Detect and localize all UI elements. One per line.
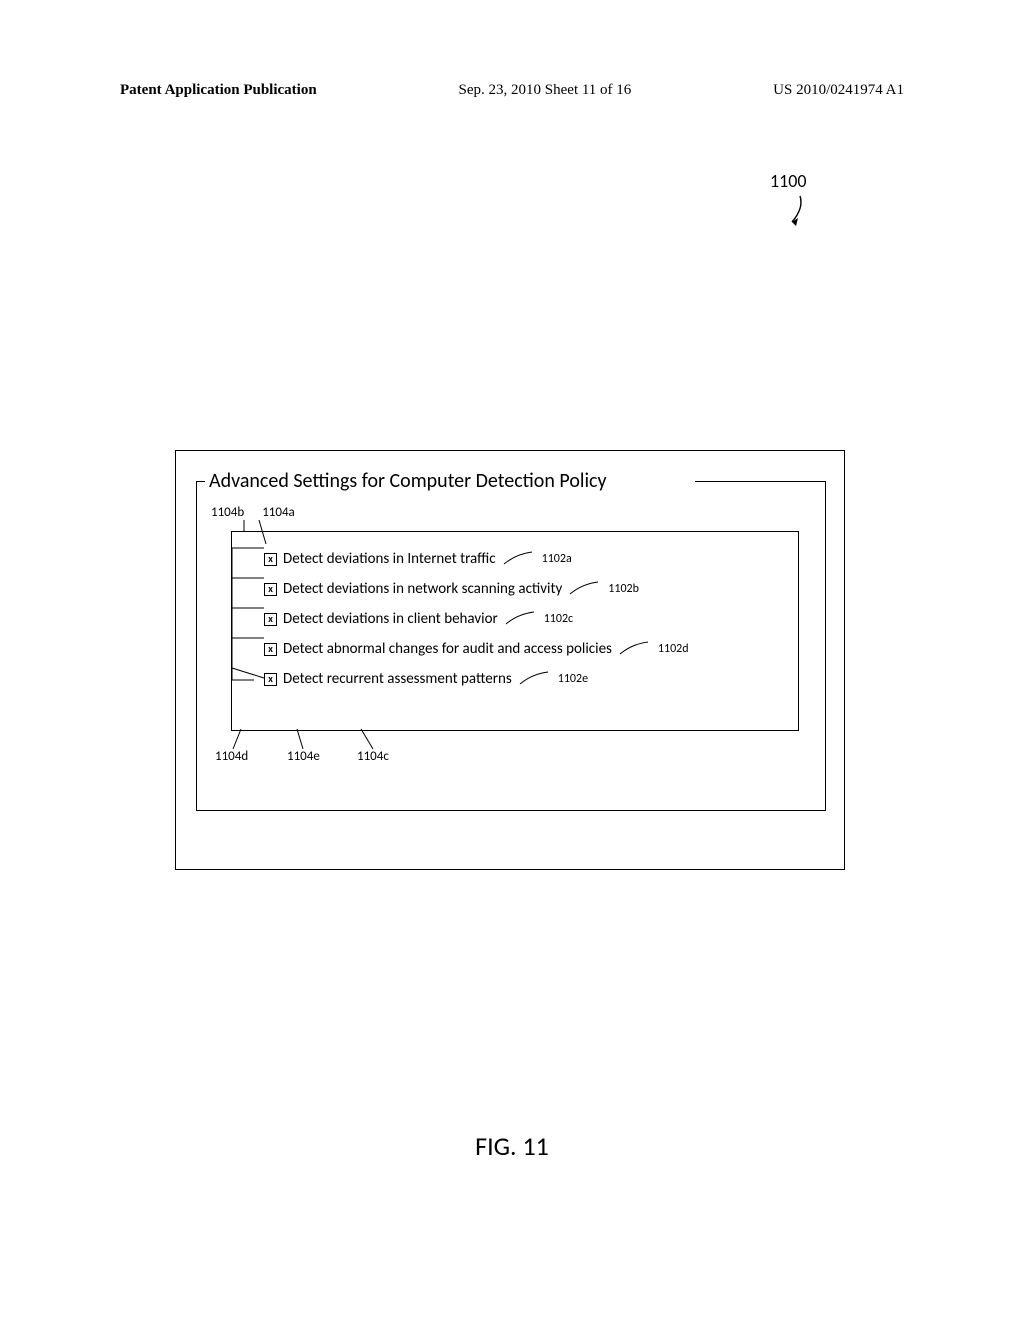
label-1104b: 1104b <box>211 505 244 520</box>
figure-caption: FIG. 11 <box>0 1130 1024 1162</box>
label-1104a: 1104a <box>262 505 295 520</box>
root-ref-number: 1100 <box>770 170 807 192</box>
option-label: Detect deviations in network scanning ac… <box>283 580 562 598</box>
header-left: Patent Application Publication <box>120 82 317 99</box>
fieldset-legend: Advanced Settings for Computer Detection… <box>207 469 609 493</box>
header-center: Sep. 23, 2010 Sheet 11 of 16 <box>459 82 632 99</box>
label-1104e: 1104e <box>287 749 320 764</box>
callout-line-icon <box>618 640 652 658</box>
dialog-window: Advanced Settings for Computer Detection… <box>175 450 845 870</box>
option-row-1102d: x Detect abnormal changes for audit and … <box>264 640 689 658</box>
bottom-leader-ticks-icon <box>225 727 405 751</box>
ref-1102a: 1102a <box>542 552 572 566</box>
option-row-1102a: x Detect deviations in Internet traffic … <box>264 550 572 568</box>
callout-line-icon <box>568 580 602 598</box>
ref-1102d: 1102d <box>658 642 689 656</box>
ref-1102c: 1102c <box>544 612 573 626</box>
label-1104d: 1104d <box>215 749 248 764</box>
settings-fieldset: Advanced Settings for Computer Detection… <box>196 481 826 811</box>
callout-line-icon <box>502 550 536 568</box>
ref-1102e: 1102e <box>558 672 588 686</box>
ref-1102b: 1102b <box>608 582 639 596</box>
option-row-1102b: x Detect deviations in network scanning … <box>264 580 639 598</box>
option-label: Detect deviations in client behavior <box>283 610 498 628</box>
header-right: US 2010/0241974 A1 <box>773 82 904 99</box>
leader-labels-top: 1104b 1104a <box>211 505 295 520</box>
page-header: Patent Application Publication Sep. 23, … <box>120 82 904 99</box>
option-row-1102e: x Detect recurrent assessment patterns 1… <box>264 670 588 688</box>
option-label: Detect recurrent assessment patterns <box>283 670 512 688</box>
option-label: Detect deviations in Internet traffic <box>283 550 496 568</box>
label-1104c: 1104c <box>357 749 389 764</box>
callout-line-icon <box>504 610 538 628</box>
root-ref-arrow-icon <box>786 194 808 226</box>
leader-bracket-icon <box>214 520 274 740</box>
options-panel: x Detect deviations in Internet traffic … <box>231 531 799 731</box>
option-row-1102c: x Detect deviations in client behavior 1… <box>264 610 573 628</box>
callout-line-icon <box>518 670 552 688</box>
option-label: Detect abnormal changes for audit and ac… <box>283 640 612 658</box>
